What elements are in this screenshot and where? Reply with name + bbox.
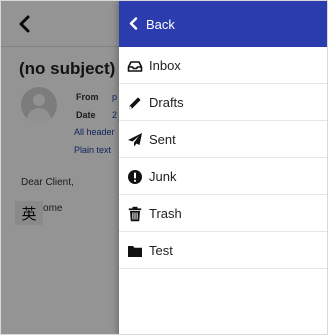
folder-item-trash[interactable]: Trash — [119, 195, 327, 232]
inbox-icon — [127, 61, 143, 72]
folder-label: Sent — [149, 132, 176, 147]
folder-item-inbox[interactable]: Inbox — [119, 47, 327, 84]
pencil-icon — [129, 97, 141, 109]
folder-label: Trash — [149, 206, 182, 221]
folder-label: Inbox — [149, 58, 181, 73]
paper-plane-icon — [128, 133, 142, 147]
exclamation-circle-icon — [128, 170, 142, 184]
folder-label: Junk — [149, 169, 177, 184]
app-frame: (no subject) From p Date 2 All header Pl… — [0, 0, 328, 335]
drawer-back-button[interactable]: Back — [119, 1, 327, 47]
folder-label: Test — [149, 243, 173, 258]
chevron-left-icon — [129, 17, 138, 30]
folder-label: Drafts — [149, 95, 184, 110]
folder-item-sent[interactable]: Sent — [119, 121, 327, 158]
folder-drawer: Back Inbox Drafts Sent Junk Trash Test — [119, 1, 327, 334]
trash-icon — [128, 206, 142, 222]
folder-item-drafts[interactable]: Drafts — [119, 84, 327, 121]
folder-item-junk[interactable]: Junk — [119, 158, 327, 195]
folder-list: Inbox Drafts Sent Junk Trash Test — [119, 47, 327, 269]
drawer-back-label: Back — [146, 17, 175, 32]
folder-item-test[interactable]: Test — [119, 232, 327, 269]
folder-icon — [128, 246, 142, 257]
